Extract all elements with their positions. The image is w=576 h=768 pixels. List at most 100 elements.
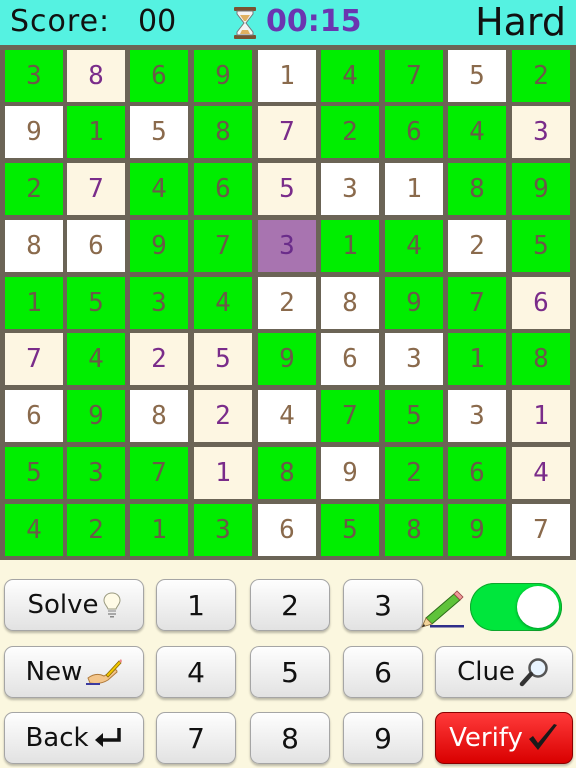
board-cell[interactable]: 7 — [512, 504, 570, 556]
board-cell[interactable]: 3 — [130, 277, 188, 329]
board-cell[interactable]: 1 — [5, 277, 63, 329]
selected-cell[interactable]: 3 — [258, 220, 316, 272]
board-cell[interactable]: 8 — [194, 106, 252, 158]
board-cell[interactable]: 2 — [5, 163, 63, 215]
board-cell[interactable]: 8 — [385, 504, 443, 556]
board-cell[interactable]: 6 — [5, 390, 63, 442]
board-cell[interactable]: 2 — [512, 50, 570, 102]
board-cell[interactable]: 6 — [448, 447, 506, 499]
pencil-mode-toggle[interactable] — [470, 583, 562, 631]
board-cell[interactable]: 7 — [130, 447, 188, 499]
board-cell[interactable]: 2 — [448, 220, 506, 272]
board-cell[interactable]: 1 — [385, 163, 443, 215]
board-cell[interactable]: 3 — [321, 163, 379, 215]
board-cell[interactable]: 3 — [5, 50, 63, 102]
board-cell[interactable]: 8 — [258, 447, 316, 499]
board-cell[interactable]: 7 — [321, 390, 379, 442]
board-cell[interactable]: 8 — [67, 50, 125, 102]
board-cell[interactable]: 5 — [5, 447, 63, 499]
board-cell[interactable]: 6 — [67, 220, 125, 272]
board-cell[interactable]: 2 — [194, 390, 252, 442]
board-cell[interactable]: 1 — [130, 504, 188, 556]
digit-label: 3 — [374, 588, 392, 622]
board-cell[interactable]: 5 — [130, 106, 188, 158]
board-cell[interactable]: 1 — [512, 390, 570, 442]
clue-button[interactable]: Clue — [435, 646, 573, 698]
board-cell[interactable]: 1 — [194, 447, 252, 499]
board-cell[interactable]: 8 — [512, 333, 570, 385]
new-game-button[interactable]: New — [4, 646, 144, 698]
board-cell[interactable]: 9 — [130, 220, 188, 272]
clue-label: Clue — [457, 657, 515, 687]
board-cell[interactable]: 4 — [130, 163, 188, 215]
digit-button-9[interactable]: 9 — [343, 712, 423, 764]
board-cell[interactable]: 2 — [385, 447, 443, 499]
board-cell[interactable]: 8 — [130, 390, 188, 442]
digit-button-3[interactable]: 3 — [343, 579, 423, 631]
board-cell[interactable]: 5 — [512, 220, 570, 272]
board-cell[interactable]: 7 — [385, 50, 443, 102]
board-cell[interactable]: 4 — [67, 333, 125, 385]
digit-button-8[interactable]: 8 — [250, 712, 330, 764]
digit-button-2[interactable]: 2 — [250, 579, 330, 631]
board-cell[interactable]: 1 — [67, 106, 125, 158]
board-cell[interactable]: 1 — [321, 220, 379, 272]
board-cell[interactable]: 9 — [194, 50, 252, 102]
board-cell[interactable]: 4 — [5, 504, 63, 556]
board-cell[interactable]: 5 — [258, 163, 316, 215]
board-cell[interactable]: 3 — [67, 447, 125, 499]
board-cell[interactable]: 6 — [194, 163, 252, 215]
board-cell[interactable]: 9 — [321, 447, 379, 499]
checkmark-icon — [527, 723, 559, 753]
board-cell[interactable]: 7 — [67, 163, 125, 215]
board-cell[interactable]: 5 — [67, 277, 125, 329]
board-cell[interactable]: 9 — [5, 106, 63, 158]
board-cell[interactable]: 4 — [385, 220, 443, 272]
digit-button-7[interactable]: 7 — [156, 712, 236, 764]
digit-button-1[interactable]: 1 — [156, 579, 236, 631]
board-cell[interactable]: 5 — [385, 390, 443, 442]
verify-button[interactable]: Verify — [435, 712, 573, 764]
board-cell[interactable]: 4 — [321, 50, 379, 102]
board-cell[interactable]: 4 — [258, 390, 316, 442]
board-cell[interactable]: 6 — [130, 50, 188, 102]
board-cell[interactable]: 2 — [258, 277, 316, 329]
board-cell[interactable]: 2 — [321, 106, 379, 158]
board-cell[interactable]: 7 — [194, 220, 252, 272]
board-cell[interactable]: 1 — [258, 50, 316, 102]
board-cell[interactable]: 3 — [448, 390, 506, 442]
digit-button-5[interactable]: 5 — [250, 646, 330, 698]
board-cell[interactable]: 9 — [448, 504, 506, 556]
board-cell[interactable]: 9 — [67, 390, 125, 442]
back-button[interactable]: Back — [4, 712, 144, 764]
board-cell[interactable]: 8 — [321, 277, 379, 329]
board-cell[interactable]: 5 — [321, 504, 379, 556]
digit-button-4[interactable]: 4 — [156, 646, 236, 698]
board-cell[interactable]: 4 — [512, 447, 570, 499]
board-cell[interactable]: 3 — [194, 504, 252, 556]
board-cell[interactable]: 9 — [258, 333, 316, 385]
board-cell[interactable]: 8 — [5, 220, 63, 272]
board-cell[interactable]: 9 — [385, 277, 443, 329]
board-cell[interactable]: 6 — [321, 333, 379, 385]
board-cell[interactable]: 7 — [448, 277, 506, 329]
board-cell[interactable]: 7 — [5, 333, 63, 385]
board-cell[interactable]: 2 — [130, 333, 188, 385]
board-cell[interactable]: 6 — [385, 106, 443, 158]
board-cell[interactable]: 3 — [385, 333, 443, 385]
board-cell[interactable]: 1 — [448, 333, 506, 385]
board-cell[interactable]: 7 — [258, 106, 316, 158]
digit-button-6[interactable]: 6 — [343, 646, 423, 698]
board-cell[interactable]: 8 — [448, 163, 506, 215]
board-cell[interactable]: 2 — [67, 504, 125, 556]
board-cell[interactable]: 3 — [512, 106, 570, 158]
board-cell[interactable]: 6 — [512, 277, 570, 329]
board-cell[interactable]: 6 — [258, 504, 316, 556]
board-cell[interactable]: 5 — [194, 333, 252, 385]
solve-label: Solve — [27, 590, 99, 620]
solve-button[interactable]: Solve — [4, 579, 144, 631]
board-cell[interactable]: 4 — [448, 106, 506, 158]
board-cell[interactable]: 4 — [194, 277, 252, 329]
board-cell[interactable]: 5 — [448, 50, 506, 102]
board-cell[interactable]: 9 — [512, 163, 570, 215]
